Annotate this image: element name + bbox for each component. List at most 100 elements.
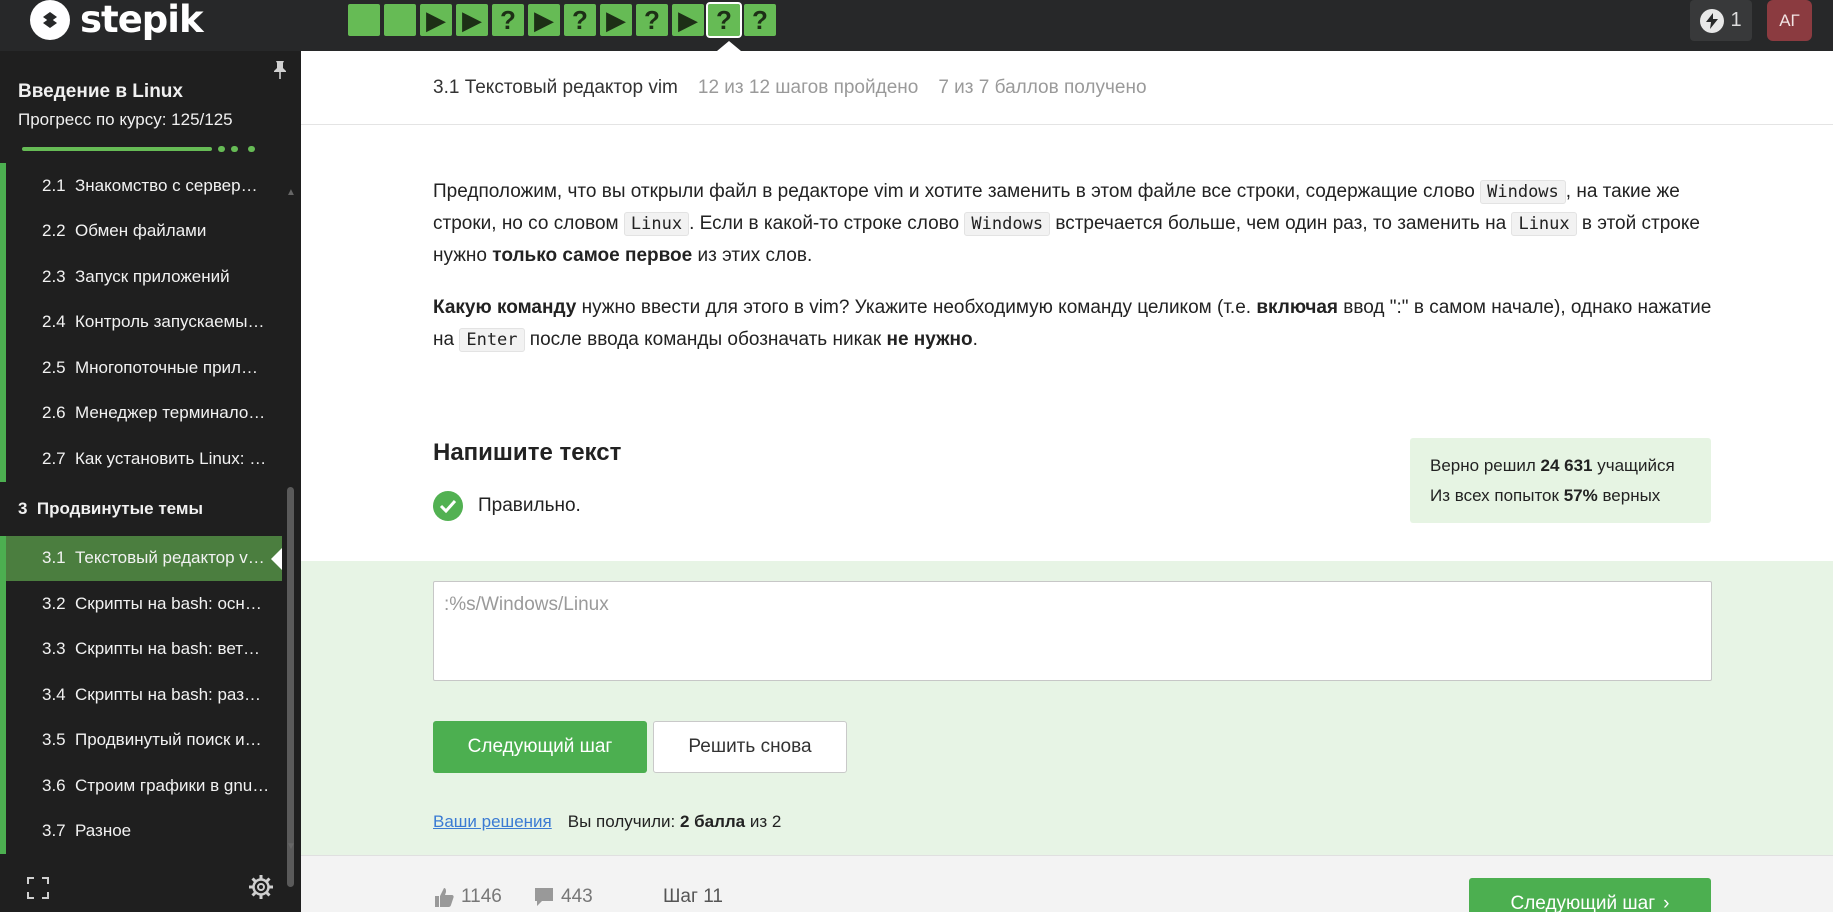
steps-progress: 12 из 12 шагов пройдено xyxy=(697,76,919,98)
scroll-down-arrow[interactable]: ▼ xyxy=(286,841,296,852)
course-progress-label: Прогресс по курсу: 125/125 xyxy=(18,110,233,129)
step-8-video[interactable]: ▶ xyxy=(600,4,632,36)
problem-paragraph-1: Предположим, что вы открыли файл в редак… xyxy=(433,180,1700,266)
comments-count: 443 xyxy=(561,886,593,907)
progress-dot xyxy=(248,146,255,152)
code-enter: Enter xyxy=(459,328,525,352)
lesson-list: 2.1 Знакомство с сервер… 2.2 Обмен файлами 2… xyxy=(0,163,290,854)
lesson-number: 3.1 xyxy=(42,548,66,568)
sidebar-scrollbar-thumb[interactable] xyxy=(287,487,294,887)
sidebar-lesson-3-1[interactable]: 3.1 Текстовый редактор v… xyxy=(0,535,282,581)
step-6-video[interactable]: ▶ xyxy=(528,4,560,36)
lightning-icon xyxy=(1700,8,1725,33)
chevron-right-icon: › xyxy=(1663,893,1670,912)
points-progress: 7 из 7 баллов получено xyxy=(938,76,1147,98)
comment-icon xyxy=(535,888,553,906)
next-step-bottom-button[interactable]: Следующий шаг › xyxy=(1469,878,1711,912)
likes-count: 1146 xyxy=(461,886,502,907)
brand-name: stepik xyxy=(80,0,204,41)
scroll-up-arrow[interactable]: ▲ xyxy=(286,187,296,198)
sidebar-lesson-3-5[interactable]: 3.5 Продвинутый поиск и… xyxy=(0,717,290,763)
sidebar-lesson-3-6[interactable]: 3.6 Строим графики в gnu… xyxy=(0,763,290,809)
code-linux: Linux xyxy=(623,212,690,236)
step-navigation: ▶ ▶? ▶? ▶? ▶?? xyxy=(348,2,776,38)
sidebar-lesson-3-4[interactable]: 3.4 Скрипты на bash: раз… xyxy=(0,672,290,718)
problem-paragraph-2: Какую команду нужно ввести для этого в v… xyxy=(433,297,1712,352)
retry-button[interactable]: Решить снова xyxy=(653,721,847,773)
lesson-header: 3.1 Текстовый редактор vim 12 из 12 шаго… xyxy=(301,51,1833,125)
next-step-button[interactable]: Следующий шаг xyxy=(433,721,647,773)
lesson-title: 3.1 Текстовый редактор vim xyxy=(433,76,678,98)
energy-button[interactable]: 1 xyxy=(1690,0,1752,41)
like-button[interactable]: 1146 xyxy=(433,886,502,908)
step-footer: 1146 443 Шаг 11 Следующий шаг › xyxy=(301,855,1833,912)
user-avatar[interactable]: АГ xyxy=(1767,0,1812,41)
gear-icon[interactable] xyxy=(248,874,274,905)
step-12-quiz[interactable]: ? xyxy=(744,4,776,36)
solved-count-line: Верно решил 24 631 учащийся xyxy=(1430,456,1675,475)
lesson-number: 2.4 xyxy=(42,312,66,332)
step-7-quiz[interactable]: ? xyxy=(564,4,596,36)
result-status-text: Правильно. xyxy=(478,495,581,516)
step-10-video[interactable]: ▶ xyxy=(672,4,704,36)
course-progress-bar xyxy=(22,146,284,152)
lesson-number: 3.6 xyxy=(42,775,66,795)
lesson-number: 2.6 xyxy=(42,403,66,423)
score-text: Вы получили: 2 балла из 2 xyxy=(567,812,782,831)
step-number: Шаг 11 xyxy=(663,886,723,907)
sidebar-lesson-2-3[interactable]: 2.3 Запуск приложений xyxy=(0,254,290,300)
lesson-number: 2.1 xyxy=(42,175,66,195)
sidebar-lesson-2-1[interactable]: 2.1 Знакомство с сервер… xyxy=(0,163,290,209)
sidebar-lesson-3-3[interactable]: 3.3 Скрипты на bash: вет… xyxy=(0,626,290,672)
sidebar-lesson-3-7[interactable]: 3.7 Разное xyxy=(0,808,290,854)
lesson-title: Контроль запускаемы… xyxy=(75,312,265,332)
your-solutions-link[interactable]: Ваши решения xyxy=(433,812,552,832)
code-windows: Windows xyxy=(964,212,1051,236)
section-header[interactable]: 3 Продвинутые темы xyxy=(0,482,290,536)
lesson-number: 3.3 xyxy=(42,639,66,659)
answer-textarea[interactable]: :%s/Windows/Linux xyxy=(433,581,1712,681)
top-bar: stepik ▶ ▶? ▶? ▶? ▶?? 1 АГ xyxy=(0,0,1833,51)
sidebar-lesson-3-2[interactable]: 3.2 Скрипты на bash: осн… xyxy=(0,581,290,627)
lesson-title: Текстовый редактор v… xyxy=(75,548,265,568)
sidebar-lesson-2-2[interactable]: 2.2 Обмен файлами xyxy=(0,208,290,254)
step-9-quiz[interactable]: ? xyxy=(636,4,668,36)
fullscreen-icon[interactable] xyxy=(27,877,49,904)
sidebar-lesson-2-5[interactable]: 2.5 Многопоточные прил… xyxy=(0,345,290,391)
score-row: Ваши решения Вы получили: 2 балла из 2 xyxy=(433,812,781,832)
lesson-title: Менеджер терминало… xyxy=(75,403,266,423)
lesson-number: 3.4 xyxy=(42,684,66,704)
step-5-quiz[interactable]: ? xyxy=(492,4,524,36)
step-2-text[interactable] xyxy=(384,4,416,36)
progress-dot xyxy=(218,146,225,152)
check-icon xyxy=(433,491,463,521)
lesson-number: 2.2 xyxy=(42,221,66,241)
lesson-number: 2.3 xyxy=(42,266,66,286)
comments-button[interactable]: 443 xyxy=(533,886,593,908)
lesson-number: 2.7 xyxy=(42,448,66,468)
lesson-title: Многопоточные прил… xyxy=(75,357,258,377)
progress-dot xyxy=(231,146,238,152)
thumbs-up-icon xyxy=(435,888,454,907)
sidebar-lesson-2-6[interactable]: 2.6 Менеджер терминало… xyxy=(0,390,290,436)
course-title[interactable]: Введение в Linux xyxy=(18,81,183,103)
current-step-pointer xyxy=(717,41,741,51)
main-content: 3.1 Текстовый редактор vim 12 из 12 шаго… xyxy=(301,51,1833,912)
code-windows: Windows xyxy=(1480,180,1566,204)
sidebar-lesson-2-4[interactable]: 2.4 Контроль запускаемы… xyxy=(0,299,290,345)
lesson-title: Строим графики в gnu… xyxy=(75,775,270,795)
section-number: 3 xyxy=(18,498,28,518)
lesson-title: Скрипты на bash: осн… xyxy=(75,593,262,613)
result-status: Правильно. xyxy=(433,491,581,521)
energy-count: 1 xyxy=(1730,9,1742,31)
problem-statement: Предположим, что вы открыли файл в редак… xyxy=(433,176,1713,376)
step-4-video[interactable]: ▶ xyxy=(456,4,488,36)
stepik-logo[interactable]: stepik xyxy=(30,0,204,41)
course-progress-fill xyxy=(22,147,212,151)
pin-icon[interactable] xyxy=(272,60,288,85)
lesson-number: 2.5 xyxy=(42,357,66,377)
step-11-quiz[interactable]: ? xyxy=(706,2,742,38)
sidebar-lesson-2-7[interactable]: 2.7 Как установить Linux: … xyxy=(0,436,290,482)
step-1-text[interactable] xyxy=(348,4,380,36)
step-3-video[interactable]: ▶ xyxy=(420,4,452,36)
